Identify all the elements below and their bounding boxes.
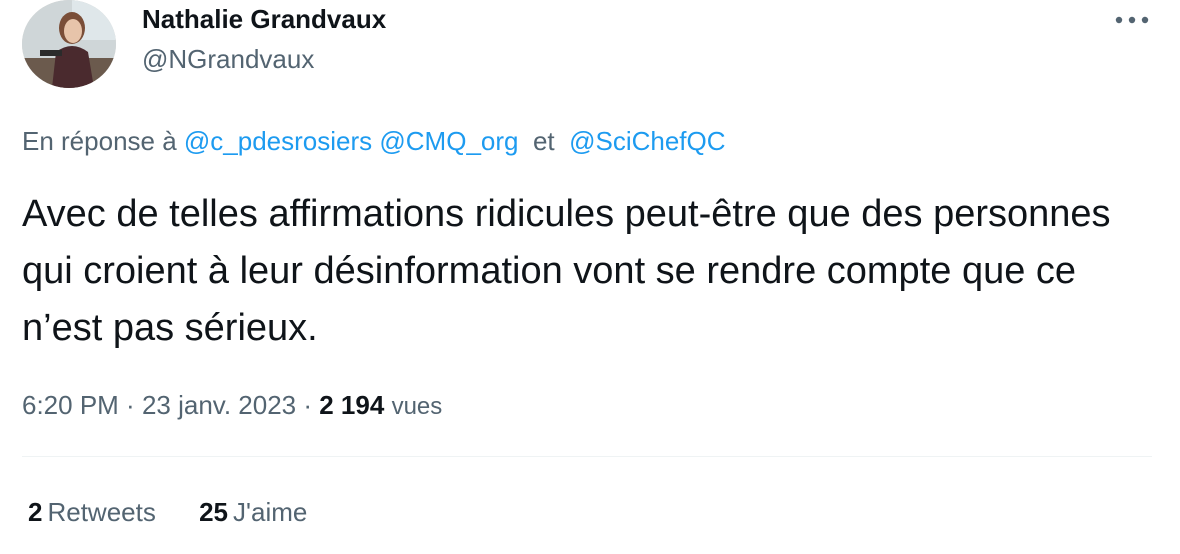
reply-conjunction: et [532,126,555,156]
likes-count: 25 [199,497,229,527]
meta-separator: · [118,390,142,420]
views-label: vues [391,393,443,420]
more-horizontal-icon [1115,16,1149,24]
author-name[interactable]: Nathalie Grandvaux [142,4,386,35]
mention-link-cmq-org[interactable]: @CMQ_org [379,126,518,156]
tweet-text: Avec de telles affirmations ridicules pe… [22,193,1111,349]
reply-context: En réponse à @c_pdesrosiers @CMQ_org et … [22,126,726,157]
author-handle[interactable]: @NGrandvaux [142,44,314,75]
divider [22,456,1152,457]
mention-link-scichefqc[interactable]: @SciChefQC [569,126,725,156]
mention-link-c-pdesrosiers[interactable]: @c_pdesrosiers [184,126,372,156]
engagement-stats: 2 Retweets 25 J'aime [28,497,343,528]
retweets-count: 2 [28,497,43,527]
tweet-date[interactable]: 23 janv. 2023 [142,390,296,420]
avatar[interactable] [22,0,116,88]
likes-label: J'aime [233,497,308,527]
reply-prefix: En réponse à [22,126,177,156]
views-count: 2 194 [319,390,385,420]
tweet-time[interactable]: 6:20 PM [22,390,119,420]
likes-stat[interactable]: 25 J'aime [199,497,307,527]
tweet-meta: 6:20 PM · 23 janv. 2023 · 2 194 vues [22,390,442,421]
meta-separator: · [296,390,320,420]
avatar-photo [22,0,116,88]
retweets-label: Retweets [47,497,156,527]
more-options-button[interactable] [1112,6,1152,34]
retweets-stat[interactable]: 2 Retweets [28,497,156,527]
